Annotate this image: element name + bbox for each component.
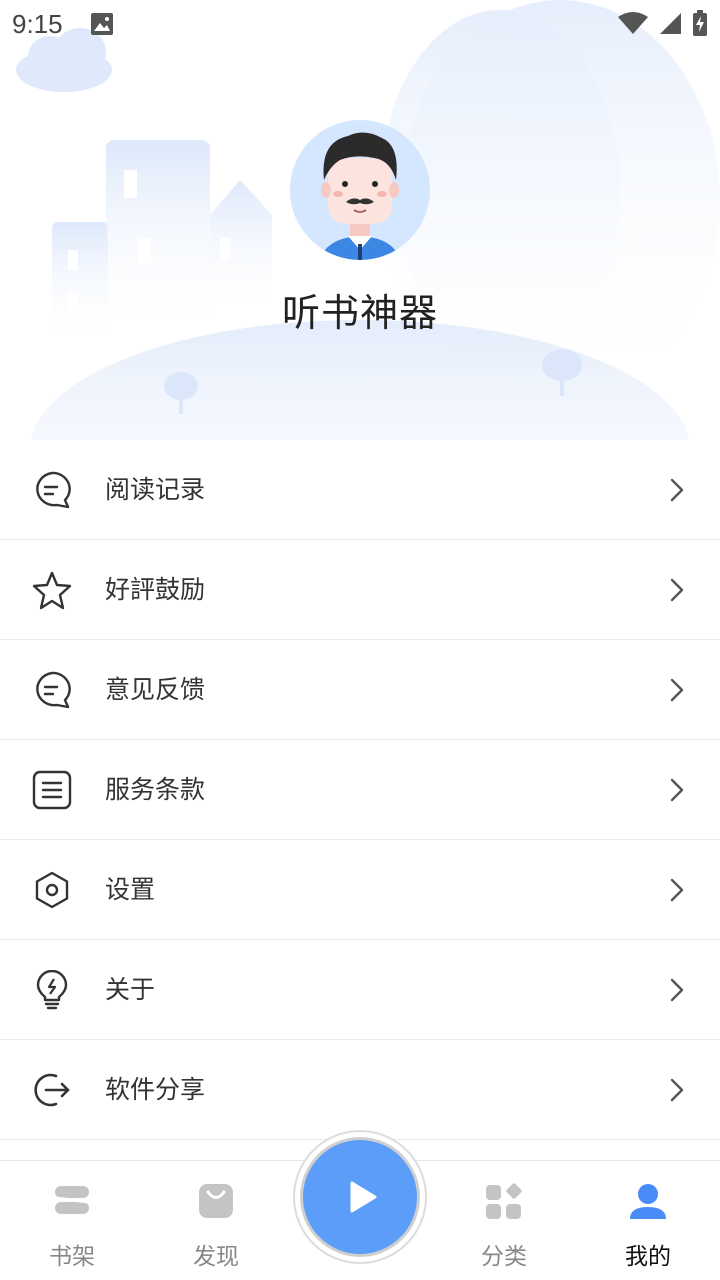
menu-item-terms-of-service[interactable]: 服务条款 <box>0 740 720 840</box>
chat-bubble-icon <box>32 670 72 710</box>
nav-label: 我的 <box>625 1244 671 1270</box>
menu-item-settings[interactable]: 设置 <box>0 840 720 940</box>
menu-item-reading-history[interactable]: 阅读记录 <box>0 440 720 540</box>
menu-label: 意见反馈 <box>105 675 206 704</box>
menu-item-feedback[interactable]: 意见反馈 <box>0 640 720 740</box>
menu-label: 服务条款 <box>105 775 206 804</box>
menu-label: 设置 <box>105 875 156 904</box>
menu-label: 软件分享 <box>105 1075 206 1104</box>
username: 听书神器 <box>281 291 438 335</box>
document-list-icon <box>32 770 72 810</box>
status-time: 9:15 <box>12 9 63 39</box>
battery-icon <box>692 10 708 40</box>
play-button[interactable] <box>300 1137 420 1257</box>
nav-item-bookshelf[interactable]: 书架 <box>0 1161 144 1280</box>
menu-label: 阅读记录 <box>105 475 206 504</box>
nav-item-discover[interactable]: 发现 <box>144 1161 288 1280</box>
chevron-right-icon <box>670 778 684 802</box>
nav-item-mine[interactable]: 我的 <box>576 1161 720 1280</box>
chevron-right-icon <box>670 1078 684 1102</box>
chevron-right-icon <box>670 578 684 602</box>
lightbulb-icon <box>32 969 72 1010</box>
menu-item-share-app[interactable]: 软件分享 <box>0 1040 720 1140</box>
menu-label: 好評鼓励 <box>105 575 206 604</box>
nav-item-category[interactable]: 分类 <box>432 1161 576 1280</box>
status-bar: 9:15 <box>0 0 720 48</box>
chevron-right-icon <box>670 678 684 702</box>
menu-list: 阅读记录 好評鼓励 意见反馈 服务条款 设置 关于 软件分享 <box>0 440 720 1140</box>
star-icon <box>32 570 72 610</box>
chevron-right-icon <box>670 978 684 1002</box>
play-button-container <box>295 1132 425 1262</box>
share-exit-icon <box>32 1070 72 1110</box>
chevron-right-icon <box>670 478 684 502</box>
menu-item-about[interactable]: 关于 <box>0 940 720 1040</box>
hexagon-settings-icon <box>32 870 72 910</box>
signal-icon <box>658 11 682 39</box>
category-grid-icon <box>484 1181 524 1221</box>
nav-label: 分类 <box>481 1244 527 1270</box>
person-icon <box>628 1181 668 1221</box>
chat-bubble-icon <box>32 470 72 510</box>
bookshelf-icon <box>52 1181 92 1221</box>
shopping-bag-icon <box>196 1181 236 1221</box>
image-notification-icon <box>90 12 114 40</box>
wifi-icon <box>618 11 648 39</box>
nav-label: 发现 <box>193 1244 239 1270</box>
avatar[interactable] <box>290 120 430 260</box>
chevron-right-icon <box>670 878 684 902</box>
nav-label: 书架 <box>49 1244 95 1270</box>
play-icon <box>350 1181 377 1213</box>
menu-item-rate-us[interactable]: 好評鼓励 <box>0 540 720 640</box>
menu-label: 关于 <box>105 975 156 1004</box>
